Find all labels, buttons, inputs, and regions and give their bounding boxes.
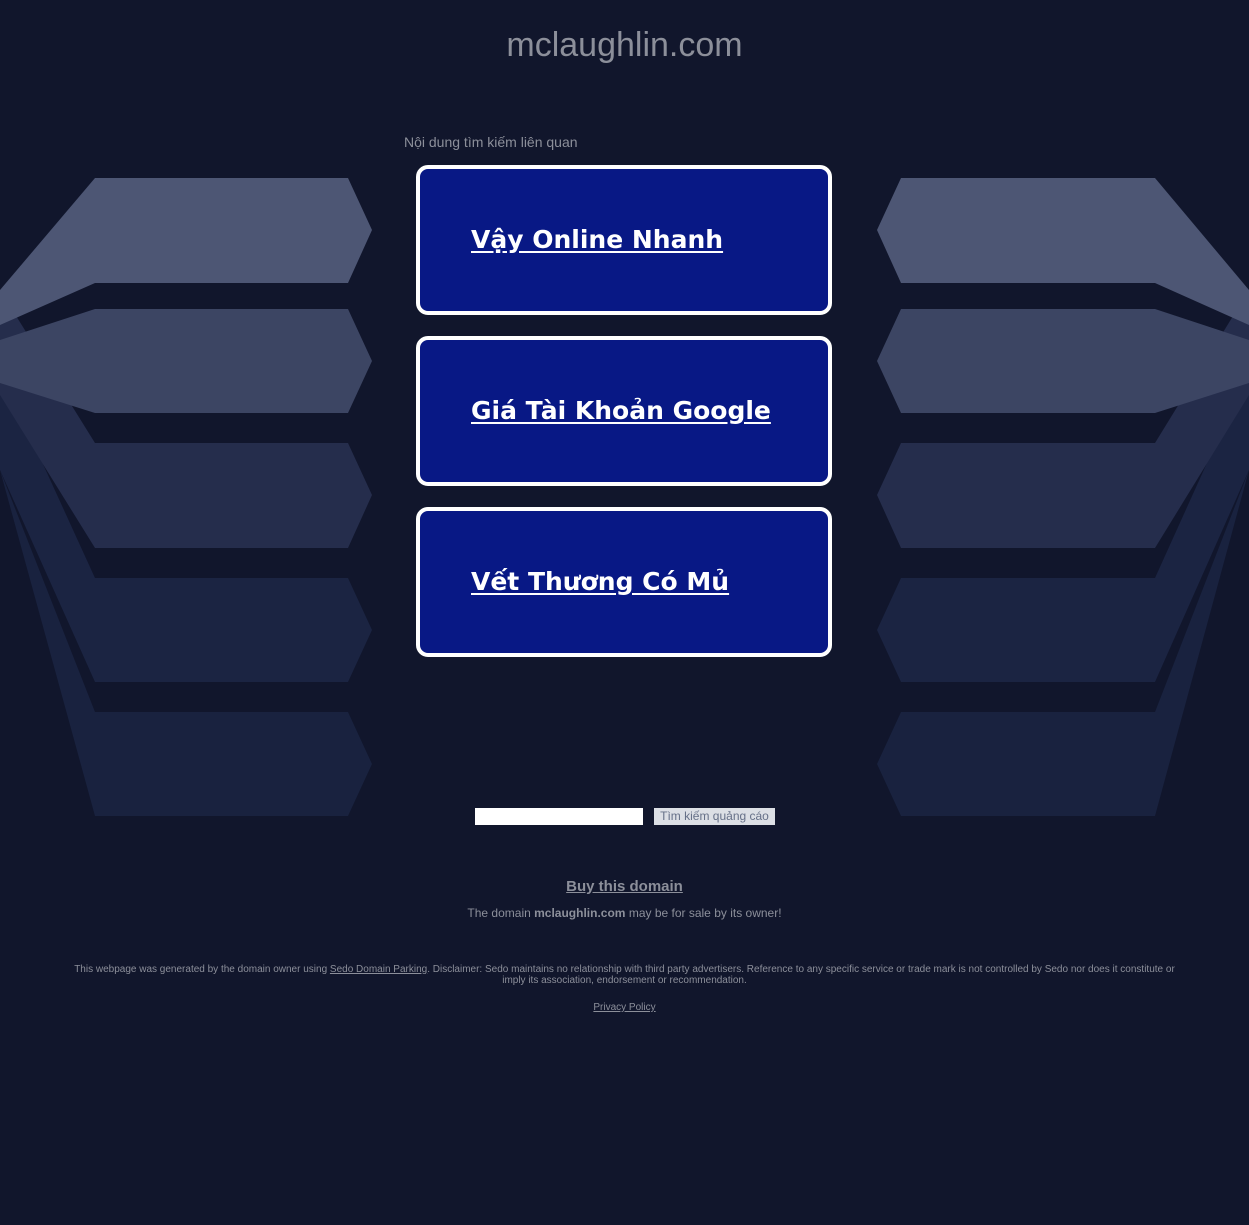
related-link-3[interactable]: Vết Thương Có Mủ xyxy=(471,567,729,597)
privacy-policy-link[interactable]: Privacy Policy xyxy=(593,1002,655,1013)
ad-search-input[interactable] xyxy=(475,808,643,825)
related-link-box-3[interactable]: Vết Thương Có Mủ xyxy=(416,507,832,657)
sedo-parking-link[interactable]: Sedo Domain Parking xyxy=(330,964,427,975)
disclaimer: This webpage was generated by the domain… xyxy=(70,964,1179,986)
privacy-section: Privacy Policy xyxy=(0,1002,1249,1014)
related-link-box-1[interactable]: Vậy Online Nhanh xyxy=(416,165,832,315)
sale-note: The domain mclaughlin.com may be for sal… xyxy=(0,906,1249,921)
related-searches-label: Nội dung tìm kiếm liên quan xyxy=(404,134,578,150)
disclaimer-text: . Disclaimer: Sedo maintains no relation… xyxy=(427,964,1175,986)
disclaimer-prefix: This webpage was generated by the domain… xyxy=(74,964,330,975)
parking-page: mclaughlin.com Nội dung tìm kiếm liên qu… xyxy=(0,0,1249,1225)
related-link-1[interactable]: Vậy Online Nhanh xyxy=(471,225,723,255)
sale-note-domain: mclaughlin.com xyxy=(534,906,626,920)
sale-note-prefix: The domain xyxy=(467,906,535,920)
buy-domain-link[interactable]: Buy this domain xyxy=(566,878,683,895)
related-link-2[interactable]: Giá Tài Khoản Google xyxy=(471,396,771,426)
buy-domain-section: Buy this domain xyxy=(0,878,1249,896)
ad-search-button[interactable]: Tìm kiếm quảng cáo xyxy=(654,808,775,825)
domain-title: mclaughlin.com xyxy=(506,26,743,64)
related-link-box-2[interactable]: Giá Tài Khoản Google xyxy=(416,336,832,486)
sale-note-suffix: may be for sale by its owner! xyxy=(625,906,782,920)
